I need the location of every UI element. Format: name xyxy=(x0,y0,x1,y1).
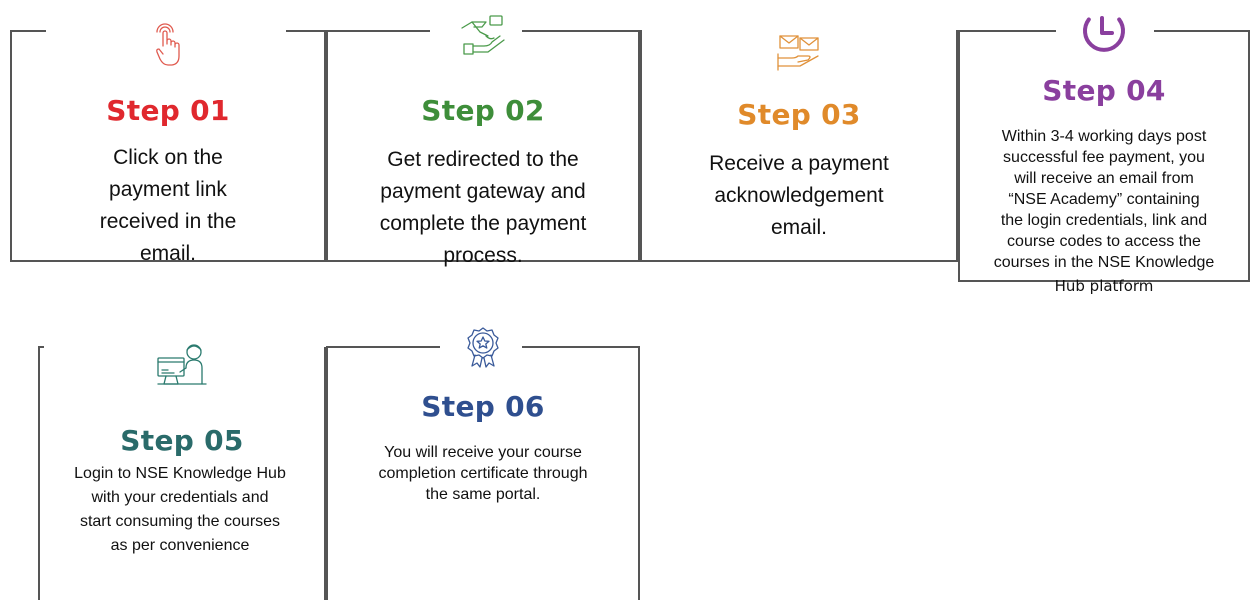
hand-envelope-icon xyxy=(774,32,824,72)
step-06-line: the same portal. xyxy=(425,486,541,503)
step-03-description: Receive a payment acknowledgement email. xyxy=(640,148,958,244)
step-01-card: Step 01 Click on the payment link receiv… xyxy=(10,23,326,265)
step-03-line: acknowledgement xyxy=(714,184,884,207)
step-04-title: Step 04 xyxy=(1042,74,1166,107)
step-01-line: Click on the xyxy=(113,146,223,169)
step-04-card: Step 04 Within 3-4 working days post suc… xyxy=(958,16,1250,295)
step-05-line: start consuming the courses xyxy=(79,513,281,530)
step-02-description: Get redirected to the payment gateway an… xyxy=(326,144,640,272)
step-04-description: Within 3-4 working days post successful … xyxy=(958,126,1250,297)
step-01-line: email. xyxy=(139,242,197,265)
step-06-title: Step 06 xyxy=(421,390,545,423)
step-02-line: Get redirected to the xyxy=(387,148,579,171)
step-01-title: Step 01 xyxy=(106,94,230,127)
person-computer-icon xyxy=(156,342,208,388)
step-06-description: You will receive your course completion … xyxy=(326,442,640,505)
step-04-line: Within 3-4 working days post xyxy=(1001,128,1207,145)
step-04-line: course codes to access the xyxy=(1007,233,1201,250)
step-03-title: Step 03 xyxy=(737,98,861,131)
step-04-line: the login credentials, link and xyxy=(1000,212,1208,229)
step-02-line: complete the payment xyxy=(379,212,587,235)
clock-icon xyxy=(1081,8,1127,54)
step-04-line: courses in the NSE Knowledge xyxy=(993,254,1215,271)
step-06-line: completion certificate through xyxy=(378,465,588,482)
step-04-line: Hub platform xyxy=(1054,277,1154,295)
step-06-line: You will receive your course xyxy=(384,444,582,461)
step-05-line: with your credentials and xyxy=(91,489,269,506)
tap-finger-icon xyxy=(154,23,182,68)
step-04-line: will receive an email from xyxy=(1014,170,1194,187)
step-05-line: as per convenience xyxy=(110,537,250,554)
step-02-line: payment gateway and xyxy=(380,180,586,203)
step-05-line: Login to NSE Knowledge Hub xyxy=(74,465,286,482)
step-05-description: Login to NSE Knowledge Hub with your cre… xyxy=(34,462,326,558)
step-02-card: Step 02 Get redirected to the payment ga… xyxy=(326,15,640,267)
step-03-card: Step 03 Receive a payment acknowledgemen… xyxy=(640,30,958,262)
step-02-line: process. xyxy=(443,244,523,267)
step-01-line: received in the xyxy=(99,210,237,233)
step-03-line: email. xyxy=(770,216,828,239)
step-04-line: “NSE Academy” containing xyxy=(1008,191,1200,208)
step-05-title: Step 05 xyxy=(120,424,244,457)
step-02-title: Step 02 xyxy=(421,94,545,127)
step-05-card: Step 05 Login to NSE Knowledge Hub with … xyxy=(38,344,326,600)
step-03-line: Receive a payment xyxy=(709,152,889,175)
step-01-description: Click on the payment link received in th… xyxy=(10,142,326,270)
step-04-line: successful fee payment, you xyxy=(1003,149,1205,166)
hand-money-exchange-icon xyxy=(460,14,506,56)
step-01-line: payment link xyxy=(109,178,227,201)
step-06-card: Step 06 You will receive your course com… xyxy=(326,327,640,600)
award-badge-icon xyxy=(466,326,500,368)
